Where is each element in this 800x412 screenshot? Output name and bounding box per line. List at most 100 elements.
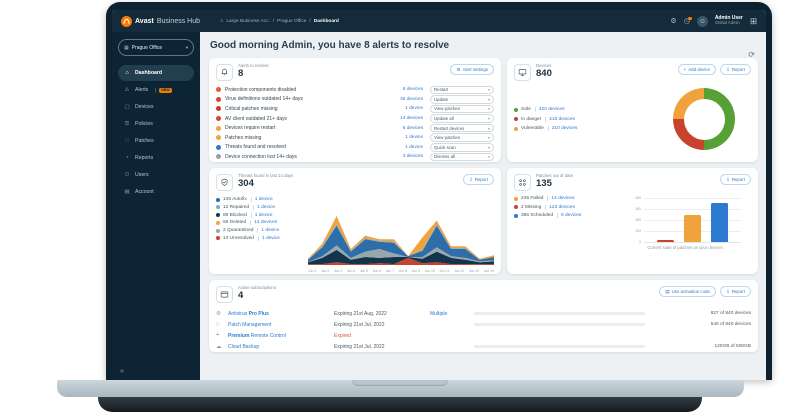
subscription-row: ☁ Cloud Backup Expiring 21st Jul, 2022 1… [216,341,751,352]
sidebar-item-devices[interactable]: ▢ Devices [118,99,194,115]
legend-devices-link[interactable]: 1 device [250,212,273,218]
patches-card: Patches out of date 135 ⇩ Report 245 Fai… [507,168,758,274]
settings-gear-icon[interactable]: ⚙ [670,18,676,25]
subscription-name[interactable]: Premium Remote Control [228,333,334,339]
legend-item: Vulnerable 210 devices [514,126,577,131]
alert-label: Patches missing [225,134,262,141]
user-info[interactable]: Admin User Global Admin [715,15,743,27]
subscription-name[interactable]: Antivirus Pro Plus [228,311,334,317]
alert-row: AV client outdated 21+ days 14 devices U… [216,114,494,124]
app-switcher-icon[interactable]: ⊞ [750,17,757,26]
devices-card: Devices 840 + Add device ⇩ Report Safe 4… [507,58,758,162]
alert-devices-link[interactable]: 1 device [405,106,423,111]
legend-devices-link[interactable]: 1 device [257,235,280,241]
page-greeting: Good morning Admin, you have 8 alerts to… [210,40,450,51]
legend-devices-link[interactable]: 210 devices [547,126,577,131]
alert-action-dropdown[interactable]: Dismiss all ▾ [430,152,494,162]
alert-devices-link[interactable]: 14 devices [400,116,423,121]
alert-action-dropdown[interactable]: Update all ▾ [430,114,494,123]
legend-item: 245 Failed 14 devices [514,196,581,201]
legend-devices-link[interactable]: 14 devices [547,196,574,201]
alert-action-dropdown[interactable]: Restart devices ▾ [430,123,494,133]
report-button[interactable]: ⇩ Report [719,64,751,75]
subscription-usage: 120GB of 500GB [714,344,751,349]
sidebar-item-policies[interactable]: ☰ Policies [118,116,194,132]
alert-label: Protection components disabled [225,86,297,93]
alert-devices-link[interactable]: 45 devices [400,97,423,102]
site-selector[interactable]: ▦ Prague Office ▾ [118,39,194,56]
subscription-expired-label: Expired [334,332,351,339]
alert-row: Devices require restart 6 devices Restar… [216,123,494,133]
avatar[interactable]: ☺ [696,15,708,27]
alert-devices-link[interactable]: 1 device [405,135,423,140]
alert-action-dropdown[interactable]: View patches ▾ [430,133,494,143]
body-row: ▦ Prague Office ▾ ⌂ Dashboard ⚠ Alerts N… [112,32,766,380]
chevron-down-icon: ▾ [487,87,490,93]
alert-action-dropdown[interactable]: Quick scan ▾ [430,143,494,152]
sidebar: ▦ Prague Office ▾ ⌂ Dashboard ⚠ Alerts N… [112,32,200,380]
new-badge: NEW [155,87,172,93]
alert-action-dropdown[interactable]: View patches ▾ [430,104,494,114]
threats-area-chart: Jun 1 Jun 2 Jun 3 Jun 4 Jun 5 Jun 6 Jun 7 Jun 8… [308,195,494,273]
report-button[interactable]: ⇩ Report [719,286,751,297]
use-activation-code-button[interactable]: ▤ Use activation code [659,286,716,297]
alert-devices-link[interactable]: 6 devices [403,87,423,92]
alert-action-dropdown[interactable]: Update ▾ [430,95,494,104]
breadcrumb-item-site[interactable]: Prague Office [277,19,306,24]
threats-legend: 145 Autofix 1 device 12 Repaired 1 device … [216,195,308,241]
alert-settings-button[interactable]: ⚙ Alert settings [450,64,494,75]
usage-progress-bar [474,322,645,327]
sidebar-collapse-icon[interactable]: « [120,368,124,375]
alert-devices-link[interactable]: 3 devices [403,154,423,159]
legend-devices-link[interactable]: 1 device [253,204,275,210]
patches-legend: 245 Failed 14 devices 2 Missing 123 device… [514,194,581,218]
subscription-name[interactable]: Patch Management [228,322,334,328]
sidebar-item-label: Alerts [135,87,149,93]
sidebar-item-label: Users [135,172,149,178]
alert-row: Protection components disabled 6 devices… [216,85,494,95]
legend-devices-link[interactable]: 1 device [250,197,273,202]
devices-donut-chart [673,88,735,150]
sidebar-item-alerts[interactable]: ⚠ Alerts NEW [118,82,194,98]
subscription-multiple-link[interactable]: Multiple [430,311,474,317]
report-button[interactable]: ⇩ Report [719,174,751,185]
alert-devices-link[interactable]: 6 devices [403,126,423,131]
legend-devices-link[interactable]: 210 devices [545,116,575,122]
sidebar-item-label: Devices [135,104,154,110]
subscription-usage: 540 of 840 devices [710,322,751,327]
alert-devices-link[interactable]: 1 device [405,145,423,150]
home-icon[interactable]: ⌂ [220,18,223,24]
devices-count: 840 [536,67,552,79]
legend-item: 12 Repaired 1 device [216,204,308,210]
chevron-down-icon: ▾ [487,106,490,112]
chevron-down-icon: ▾ [487,154,490,160]
subscription-name[interactable]: Cloud Backup [228,344,334,350]
sidebar-item-users[interactable]: ⚇ Users [118,167,194,183]
sidebar-item-reports[interactable]: ◔ Reports [118,150,194,166]
download-icon: ⇩ [725,176,730,182]
sidebar-item-patches[interactable]: ∷ Patches [118,133,194,149]
breadcrumb-item-account[interactable]: Large Business Acc. [226,19,269,24]
sidebar-item-dashboard[interactable]: ⌂ Dashboard [118,65,194,81]
add-device-button[interactable]: + Add device [677,64,716,75]
alert-status-icon [216,106,221,112]
patches-bar-chart: 400 300 200 100 0 Current state of patches o… [619,194,751,250]
legend-devices-link[interactable]: 123 devices [545,204,575,210]
sidebar-item-account[interactable]: ▤ Account [118,184,194,200]
download-icon: ⇩ [725,288,730,294]
alert-label: Devices require restart [225,125,276,132]
alert-action-dropdown[interactable]: Restart ▾ [430,85,494,95]
avast-logo[interactable]: Avast Business Hub [121,15,200,27]
legend-devices-link[interactable]: 6 devices [557,213,581,218]
patches-count: 135 [536,177,552,189]
reports-icon: ◔ [125,155,129,161]
report-button[interactable]: ⇩ Report [462,174,494,185]
legend-item: 2 Quarantined 1 device [216,228,308,234]
notifications-icon[interactable]: ◷ [684,16,692,25]
legend-devices-link[interactable]: 1 device [257,228,279,234]
legend-devices-link[interactable]: 14 devices [250,220,277,226]
legend-devices-link[interactable]: 420 devices [534,107,564,112]
main-content: Good morning Admin, you have 8 alerts to… [200,32,766,380]
legend-item: Safe 420 devices [514,107,577,112]
sidebar-item-label: Reports [135,155,154,161]
